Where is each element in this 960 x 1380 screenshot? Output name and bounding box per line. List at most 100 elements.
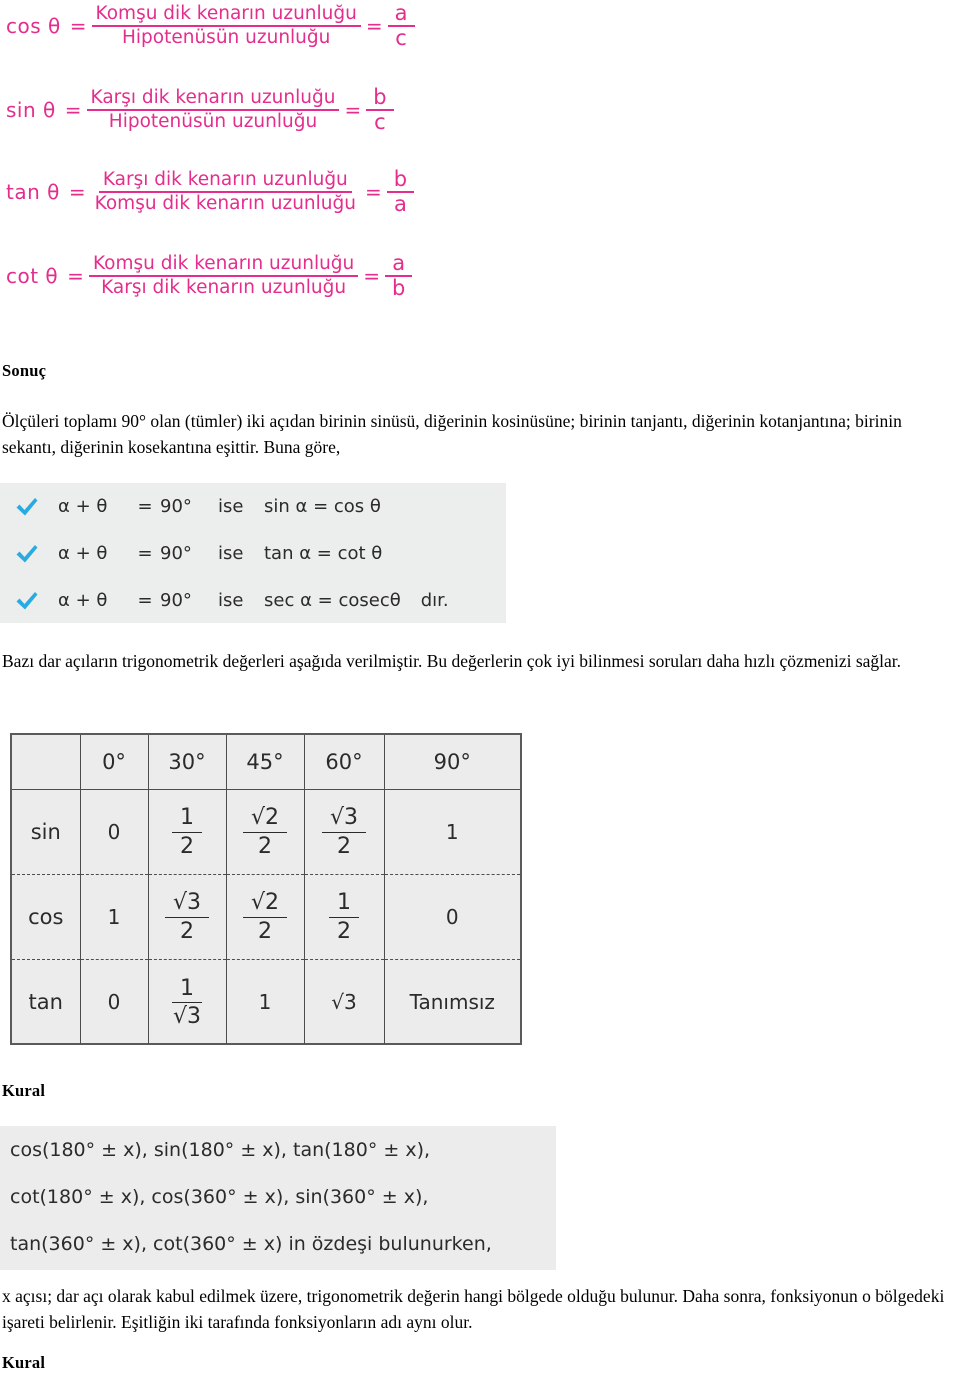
cell-value: 0	[107, 819, 121, 844]
kural-formula-line-3: tan(360° ± x), cot(360° ± x) in özdeşi b…	[10, 1233, 492, 1255]
identity-alpha-theta-1: α + θ	[58, 495, 108, 517]
formula-cot-label: cot θ	[6, 263, 59, 288]
fraction: √2 2	[242, 806, 287, 859]
cell-tan-45: 1	[226, 959, 305, 1044]
formula-sin-numerator: Karşı dik kenarın uzunluğu	[86, 87, 340, 111]
cell-tan-30: 1 √3	[148, 959, 227, 1044]
identity-suffix-3: dır.	[420, 589, 449, 611]
formula-tan-label: tan θ	[6, 179, 60, 204]
fraction-denominator: 2	[336, 833, 351, 859]
table-header-0deg: 0°	[80, 735, 149, 790]
fraction-numerator: √2	[242, 891, 287, 918]
identity-degree-3: 90°	[160, 589, 192, 611]
formula-cot-denominator: Karşı dik kenarın uzunluğu	[101, 276, 347, 298]
identity-expression-3: sec α = cosecθ	[264, 589, 401, 611]
formula-sin-denominator: Hipotenüsün uzunluğu	[108, 110, 318, 132]
fraction-numerator: 1	[171, 977, 202, 1003]
formula-tan-numerator: Karşı dik kenarın uzunluğu	[98, 169, 352, 193]
identity-row-tan: α + θ = 90° ise tan α = cot θ	[14, 542, 382, 564]
formula-cot-fraction: Komşu dik kenarın uzunluğu Karşı dik ken…	[88, 253, 359, 299]
identity-equals-3: =	[137, 589, 153, 611]
formula-row-cos: cos θ = Komşu dik kenarın uzunluğu Hipot…	[6, 2, 415, 49]
fraction-denominator: 2	[257, 918, 272, 944]
fraction: √2 2	[242, 891, 287, 944]
fraction-denominator: 2	[180, 833, 194, 859]
formula-sin-fraction: Karşı dik kenarın uzunluğu Hipotenüsün u…	[86, 87, 340, 133]
table-row: tan 0 1 √3 1 √3 Tanımsız	[12, 959, 520, 1044]
identity-alpha-theta-2: α + θ	[58, 542, 108, 564]
formula-tan-denominator: Komşu dik kenarın uzunluğu	[94, 192, 356, 214]
table-corner-cell	[12, 735, 81, 790]
formula-cos-equals: =	[69, 13, 87, 38]
fraction: 1 2	[329, 891, 359, 943]
document-page: cos θ = Komşu dik kenarın uzunluğu Hipot…	[0, 0, 960, 1380]
formula-row-tan: tan θ = Karşı dik kenarın uzunluğu Komşu…	[6, 168, 415, 216]
identity-row-sin: α + θ = 90° ise sin α = cos θ	[14, 495, 381, 517]
cell-sin-0: 0	[80, 789, 149, 875]
table-header-30deg: 30°	[148, 735, 227, 790]
sonuc-heading: Sonuç	[2, 361, 47, 380]
trig-ratio-definitions: cos θ = Komşu dik kenarın uzunluğu Hipot…	[0, 0, 520, 330]
kural-heading-1: Kural	[2, 1081, 46, 1100]
cell-cos-60: 1 2	[304, 874, 385, 960]
cell-sin-90: 1	[384, 789, 520, 875]
identity-equals-2: =	[137, 542, 153, 564]
check-icon	[14, 543, 40, 565]
table-header-row: 0° 30° 45° 60° 90°	[12, 735, 520, 790]
cell-cos-30: √3 2	[148, 874, 227, 960]
row-label-tan: tan	[12, 959, 81, 1044]
fraction: 1 2	[172, 806, 202, 859]
table-header-45deg: 45°	[226, 735, 305, 790]
formula-cos-label: cos θ	[6, 13, 61, 38]
formula-cot-equals: =	[67, 263, 84, 288]
cell-sin-45: √2 2	[226, 789, 305, 875]
formula-cos-equals-2: =	[365, 13, 383, 38]
kural-formula-line-2: cot(180° ± x), cos(360° ± x), sin(360° ±…	[10, 1186, 429, 1208]
cell-sin-30: 1 2	[148, 789, 227, 875]
fraction-numerator: √3	[321, 806, 366, 833]
cell-sin-60: √3 2	[304, 789, 385, 875]
identity-expression-1: sin α = cos θ	[264, 495, 381, 517]
formula-cot-result-numerator: a	[385, 252, 413, 277]
formula-tan-result-numerator: b	[386, 168, 415, 193]
check-icon	[14, 496, 40, 518]
identity-equals-1: =	[137, 495, 153, 517]
kural-formula-panel: cos(180° ± x), sin(180° ± x), tan(180° ±…	[0, 1126, 556, 1270]
formula-cot-result-fraction: a b	[385, 252, 413, 300]
identity-expression-2: tan α = cot θ	[264, 542, 383, 564]
formula-cos-result-fraction: a c	[387, 2, 415, 49]
fraction: √3 2	[164, 891, 209, 944]
formula-tan-equals: =	[68, 179, 86, 204]
identity-alpha-theta-3: α + θ	[58, 589, 108, 611]
formula-tan-equals-2: =	[364, 179, 382, 204]
identity-ise-3: ise	[218, 589, 244, 611]
kural-formula-line-1: cos(180° ± x), sin(180° ± x), tan(180° ±…	[10, 1139, 431, 1161]
fraction-denominator: 2	[179, 918, 194, 944]
formula-cos-fraction: Komşu dik kenarın uzunluğu Hipotenüsün u…	[91, 3, 361, 49]
formula-cot-equals-2: =	[363, 263, 381, 288]
identity-degree-2: 90°	[160, 542, 192, 564]
formula-row-sin: sin θ = Karşı dik kenarın uzunluğu Hipot…	[6, 86, 394, 133]
identity-ise-2: ise	[218, 542, 244, 564]
cell-cos-45: √2 2	[226, 874, 305, 960]
fraction-denominator: 2	[257, 833, 272, 859]
cell-tan-90: Tanımsız	[384, 959, 520, 1044]
fraction-numerator: 1	[329, 891, 359, 918]
kural-heading-2: Kural	[2, 1353, 46, 1372]
formula-row-cot: cot θ = Komşu dik kenarın uzunluğu Karşı…	[6, 252, 413, 300]
formula-cot-numerator: Komşu dik kenarın uzunluğu	[88, 253, 359, 277]
cell-cos-90: 0	[384, 874, 520, 960]
identity-row-sec: α + θ = 90° ise sec α = cosecθ dır.	[14, 589, 449, 611]
formula-sin-result-fraction: b c	[366, 86, 394, 133]
kural-paragraph-1: x açısı; dar açı olarak kabul edilmek üz…	[2, 1286, 945, 1332]
formula-tan-result-denominator: a	[393, 191, 407, 216]
cell-value: 1	[107, 904, 121, 929]
formula-cot-result-denominator: b	[392, 275, 406, 300]
cell-value: 1	[445, 819, 459, 844]
formula-sin-equals-2: =	[344, 97, 362, 122]
cell-value: 1	[258, 989, 272, 1014]
fraction-numerator: 1	[172, 806, 202, 833]
cell-cos-0: 1	[80, 874, 149, 960]
formula-sin-equals: =	[64, 97, 82, 122]
formula-cos-denominator: Hipotenüsün uzunluğu	[121, 26, 331, 48]
